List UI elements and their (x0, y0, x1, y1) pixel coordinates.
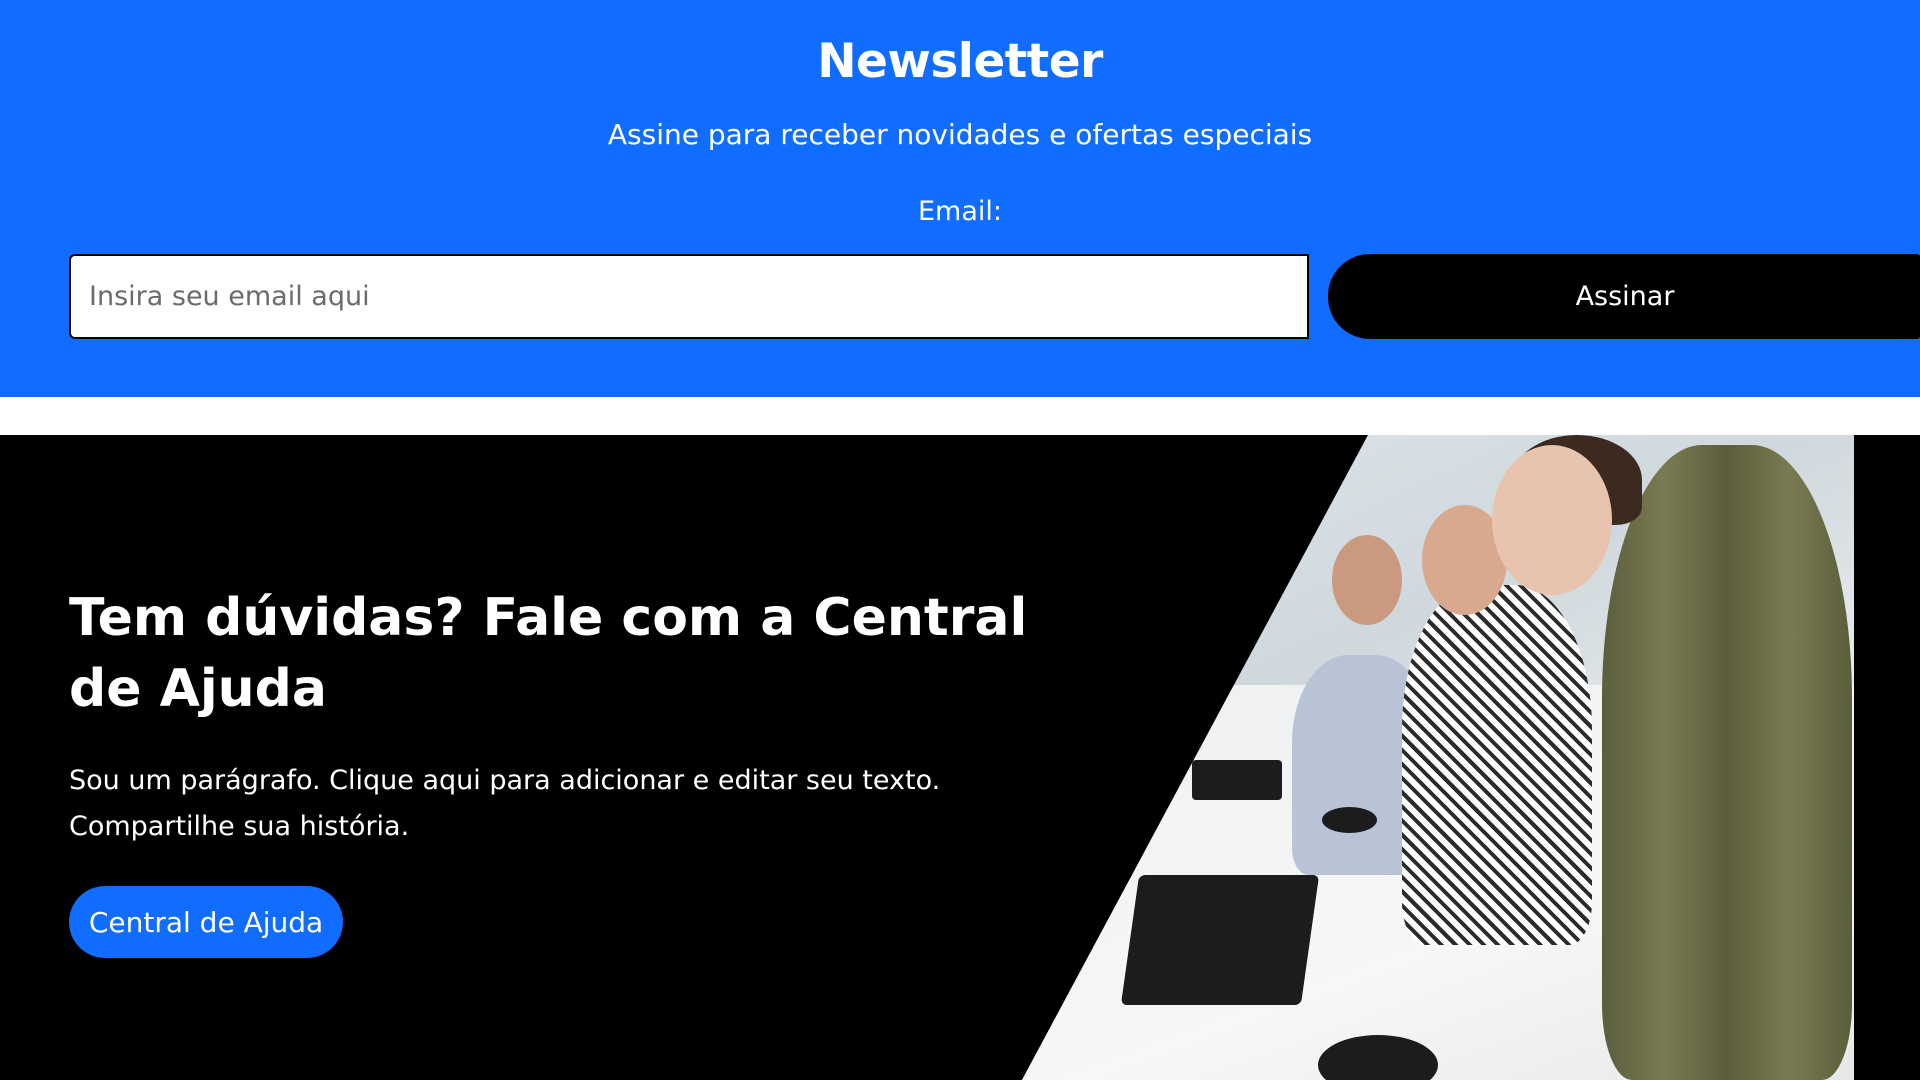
photo-mouse-back (1322, 807, 1377, 833)
newsletter-title: Newsletter (817, 34, 1103, 89)
help-center-button[interactable]: Central de Ajuda (69, 886, 343, 958)
call-center-photo (1022, 435, 1854, 1080)
help-paragraph: Sou um parágrafo. Clique aqui para adici… (69, 765, 941, 842)
help-section-right-edge (1854, 435, 1920, 1080)
email-label: Email: (917, 196, 1002, 227)
email-input[interactable] (69, 254, 1309, 339)
help-center-section: Tem dúvidas? Fale com a Central de Ajuda… (0, 435, 1920, 1080)
photo-keyboard-back (1192, 760, 1282, 800)
help-title: Tem dúvidas? Fale com a Central de Ajuda (69, 588, 1028, 719)
newsletter-subtitle: Assine para receber novidades e ofertas … (607, 118, 1313, 151)
newsletter-section: Newsletter Assine para receber novidades… (0, 0, 1920, 397)
photo-person-front (1602, 445, 1852, 1080)
newsletter-form: Assinar (69, 254, 1920, 339)
photo-keyboard-front (1120, 875, 1320, 1005)
subscribe-button[interactable]: Assinar (1328, 254, 1920, 339)
photo-person-back-head (1332, 535, 1402, 625)
photo-person-front-head (1492, 445, 1612, 595)
photo-person-middle (1402, 585, 1592, 945)
